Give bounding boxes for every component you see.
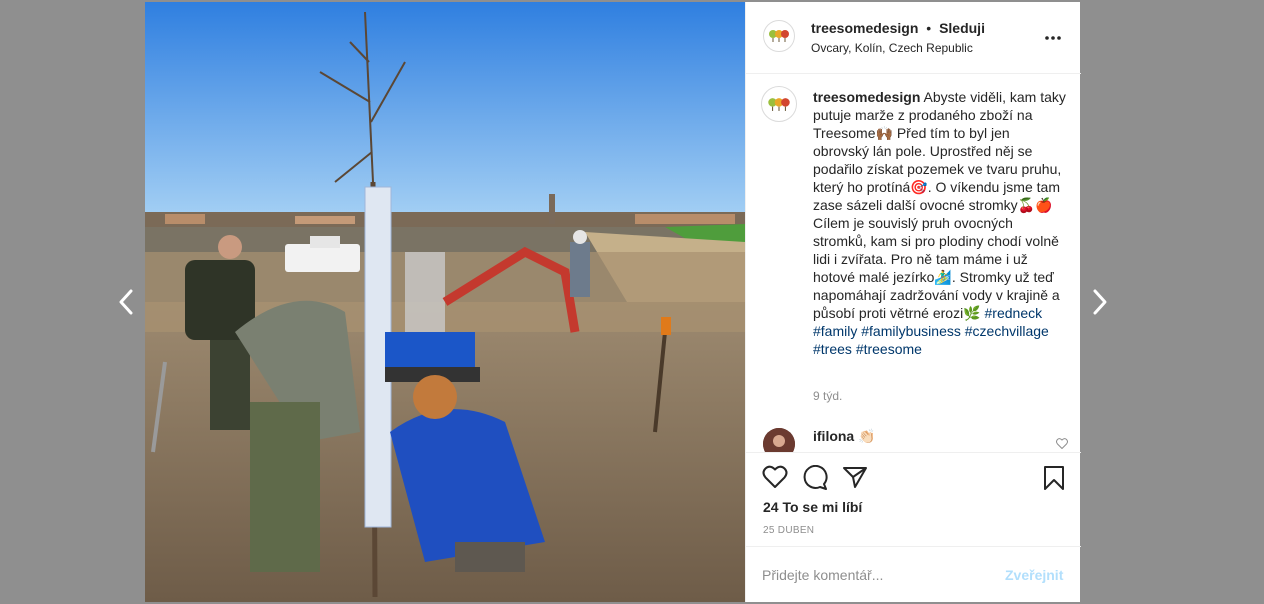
hashtag-link[interactable]: #trees	[813, 341, 852, 357]
follow-button[interactable]: Sleduji	[939, 20, 985, 36]
share-icon	[843, 467, 867, 488]
likes-count[interactable]: 24 To se mi líbí	[763, 499, 862, 515]
more-icon	[1045, 36, 1061, 40]
commenter-photo	[763, 428, 795, 452]
hashtag-link[interactable]: #familybusiness	[861, 323, 961, 339]
comment-text: 👏🏻	[858, 428, 876, 444]
post-photo-illustration	[145, 2, 745, 602]
avatar[interactable]	[763, 20, 795, 52]
comment-button[interactable]	[802, 464, 828, 491]
comment-icon	[803, 464, 828, 490]
commenter-avatar[interactable]	[763, 428, 795, 452]
post-details-panel: treesomedesign • Sleduji Ovcary, Kolín, …	[745, 2, 1081, 602]
previous-post-arrow[interactable]	[114, 286, 138, 318]
caption-time-ago[interactable]: 9 týd.	[813, 389, 842, 403]
comment: ifilona 👏🏻	[813, 428, 876, 445]
like-button[interactable]	[762, 465, 788, 491]
post-author-line: treesomedesign • Sleduji	[811, 20, 985, 36]
post-comment-button[interactable]: Zveřejnit	[1005, 567, 1063, 583]
caption-username[interactable]: treesomedesign	[813, 89, 920, 105]
post-photo[interactable]	[145, 2, 745, 602]
treesome-logo-icon	[768, 97, 790, 111]
comment-username[interactable]: ifilona	[813, 428, 854, 444]
share-button[interactable]	[842, 465, 868, 491]
more-options-button[interactable]	[1044, 28, 1062, 46]
heart-icon	[1056, 438, 1068, 450]
chevron-right-icon	[1093, 289, 1107, 315]
caption-area: treesomedesign Abyste viděli, kam taky p…	[746, 74, 1081, 452]
post-date[interactable]: 25 DUBEN	[763, 525, 814, 536]
hashtag-link[interactable]: #family	[813, 323, 857, 339]
post-actions: 24 To se mi líbí 25 DUBEN	[746, 452, 1081, 546]
post-header: treesomedesign • Sleduji Ovcary, Kolín, …	[746, 2, 1081, 74]
hashtag-link[interactable]: #treesome	[856, 341, 922, 357]
comment-input[interactable]	[762, 565, 982, 585]
post-location[interactable]: Ovcary, Kolín, Czech Republic	[811, 41, 973, 55]
caption-avatar[interactable]	[761, 86, 797, 122]
add-comment-section: Zveřejnit	[746, 546, 1081, 602]
separator-dot: •	[926, 20, 932, 36]
next-post-arrow[interactable]	[1088, 286, 1112, 318]
heart-icon	[762, 465, 788, 488]
caption-text: Abyste viděli, kam taky putuje marže z p…	[813, 89, 1066, 321]
hashtag-link[interactable]: #czechvillage	[965, 323, 1049, 339]
hashtag-link[interactable]: #redneck	[985, 305, 1043, 321]
author-username[interactable]: treesomedesign	[811, 20, 918, 36]
comment-like-button[interactable]	[1056, 436, 1068, 452]
save-button[interactable]	[1043, 465, 1069, 491]
treesome-logo-icon	[769, 30, 789, 42]
chevron-left-icon	[119, 289, 133, 315]
post-caption: treesomedesign Abyste viděli, kam taky p…	[813, 88, 1067, 358]
bookmark-icon	[1044, 466, 1064, 490]
